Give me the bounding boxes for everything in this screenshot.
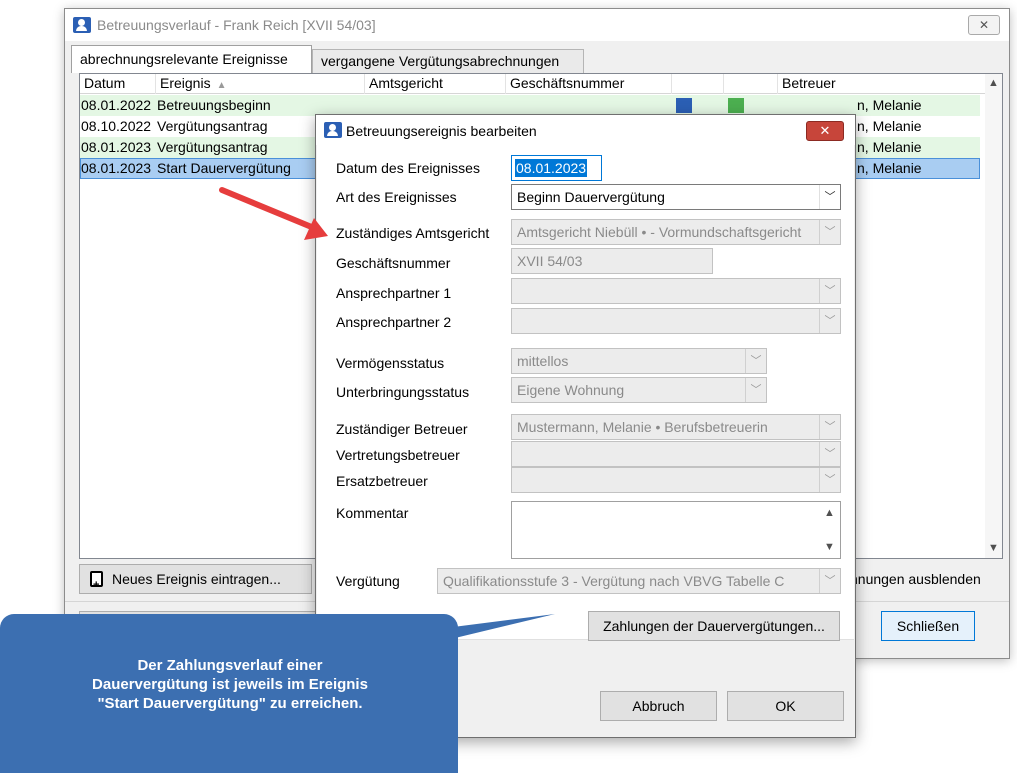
table-row[interactable]: 08.01.2022 Betreuungsbeginn n, Melanie [80, 95, 980, 116]
scroll-up-icon[interactable]: ▲ [821, 505, 838, 522]
vermoegensstatus-value: mittellos [517, 353, 569, 369]
ersatzbetreuer-select[interactable]: ﹀ [511, 467, 841, 493]
row-check-icon [728, 98, 744, 113]
chevron-down-icon[interactable]: ﹀ [819, 442, 840, 466]
tab-abrechnungsrelevante-ereignisse[interactable]: abrechnungsrelevante Ereignisse [71, 45, 312, 73]
column-header-icon1[interactable] [672, 74, 724, 94]
main-titlebar: Betreuungsverlauf - Frank Reich [XVII 54… [65, 9, 1009, 41]
cell-datum: 08.10.2022 [81, 118, 152, 134]
ok-button[interactable]: OK [727, 691, 844, 721]
chevron-down-icon[interactable]: ﹀ [745, 349, 766, 373]
chevron-down-icon[interactable]: ﹀ [819, 309, 840, 333]
vermoegensstatus-label: Vermögensstatus [336, 355, 445, 371]
chevron-down-icon[interactable]: ﹀ [819, 220, 840, 244]
hide-settlements-label[interactable]: hnungen ausblenden [850, 571, 981, 587]
datum-label: Datum des Ereignisses [336, 160, 480, 176]
ansprechpartner1-label: Ansprechpartner 1 [336, 285, 452, 301]
callout-line: "Start Dauervergütung" zu erreichen. [97, 695, 363, 712]
unterbringungsstatus-value: Eigene Wohnung [517, 382, 625, 398]
cell-betreuer: n, Melanie [857, 139, 922, 155]
cell-datum: 08.01.2022 [81, 97, 152, 113]
unterbringungsstatus-label: Unterbringungsstatus [336, 384, 470, 400]
unterbringungsstatus-select[interactable]: Eigene Wohnung ﹀ [511, 377, 767, 403]
geschaeftsnummer-field[interactable]: XVII 54/03 [511, 248, 713, 274]
column-header-betreuer[interactable]: Betreuer [778, 74, 985, 94]
amtsgericht-label: Zuständiges Amtsgericht [336, 225, 490, 241]
tab-vergangene-verguetungsabrechnungen[interactable]: vergangene Vergütungsabrechnungen [312, 49, 584, 73]
scroll-down-icon[interactable]: ▼ [985, 540, 1002, 557]
amtsgericht-select[interactable]: Amtsgericht Niebüll • - Vormundschaftsge… [511, 219, 841, 245]
geschaeftsnummer-label: Geschäftsnummer [336, 255, 451, 271]
info-callout: Der Zahlungsverlauf einer Dauervergütung… [0, 614, 458, 773]
column-header-amtsgericht[interactable]: Amtsgericht [365, 74, 506, 94]
ansprechpartner2-label: Ansprechpartner 2 [336, 314, 452, 330]
cell-datum: 08.01.2023 [81, 160, 152, 176]
vertical-scrollbar[interactable]: ▲ ▼ [985, 74, 1002, 558]
ersatzbetreuer-label: Ersatzbetreuer [336, 473, 428, 489]
kommentar-scrollbar[interactable]: ▲ ▼ [821, 503, 839, 557]
kommentar-textarea[interactable]: ▲ ▼ [511, 501, 841, 559]
chevron-down-icon[interactable]: ﹀ [745, 378, 766, 402]
cell-betreuer: n, Melanie [857, 160, 922, 176]
datum-field[interactable]: 08.01.2023 [511, 155, 602, 181]
kommentar-label: Kommentar [336, 505, 409, 521]
dialog-titlebar: Betreuungsereignis bearbeiten ✕ [316, 115, 855, 145]
new-document-icon [90, 571, 103, 599]
window-title: Betreuungsverlauf - Frank Reich [XVII 54… [97, 17, 376, 33]
betreuer-label: Zuständiger Betreuer [336, 421, 468, 437]
verguetung-value: Qualifikationsstufe 3 - Vergütung nach V… [443, 573, 785, 589]
annotation-arrow-icon [219, 187, 328, 240]
scroll-up-icon[interactable]: ▲ [985, 75, 1002, 92]
app-icon [73, 17, 91, 33]
callout-text: Der Zahlungsverlauf einer Dauervergütung… [40, 656, 420, 713]
dialog-close-icon[interactable]: ✕ [806, 121, 844, 141]
vertretungsbetreuer-label: Vertretungsbetreuer [336, 447, 460, 463]
cell-betreuer: n, Melanie [857, 97, 922, 113]
dialog-app-icon [324, 122, 342, 138]
betreuer-select[interactable]: Mustermann, Melanie • Berufsbetreuerin ﹀ [511, 414, 841, 440]
ansprechpartner2-select[interactable]: ﹀ [511, 308, 841, 334]
scroll-down-icon[interactable]: ▼ [821, 539, 838, 556]
grid-header: Datum Ereignis ▲ Amtsgericht Geschäftsnum… [80, 74, 1002, 94]
new-event-button[interactable]: Neues Ereignis eintragen... [79, 564, 312, 599]
new-event-label: Neues Ereignis eintragen... [112, 571, 281, 587]
cell-betreuer: n, Melanie [857, 118, 922, 134]
art-select[interactable]: Beginn Dauervergütung ﹀ [511, 184, 841, 210]
chevron-down-icon[interactable]: ﹀ [819, 468, 840, 492]
art-label: Art des Ereignisses [336, 189, 457, 205]
betreuer-value: Mustermann, Melanie • Berufsbetreuerin [517, 419, 768, 435]
cell-ereignis: Betreuungsbeginn [157, 97, 271, 113]
geschaeftsnummer-value: XVII 54/03 [517, 253, 583, 269]
column-header-geschaeftsnummer[interactable]: Geschäftsnummer [506, 74, 672, 94]
callout-line: Der Zahlungsverlauf einer [137, 657, 323, 674]
chevron-down-icon[interactable]: ﹀ [819, 415, 840, 439]
cell-ereignis: Start Dauervergütung [157, 160, 291, 176]
zahlungen-dauerverguetungen-button[interactable]: Zahlungen der Dauervergütungen... [588, 611, 840, 641]
vertretungsbetreuer-select[interactable]: ﹀ [511, 441, 841, 467]
sort-ascending-icon: ▲ [216, 80, 227, 91]
row-status-icon [676, 98, 692, 113]
callout-line: Dauervergütung ist jeweils im Ereignis [92, 676, 368, 693]
chevron-down-icon[interactable]: ﹀ [819, 279, 840, 303]
close-icon[interactable]: ✕ [968, 15, 1000, 35]
vermoegensstatus-select[interactable]: mittellos ﹀ [511, 348, 767, 374]
amtsgericht-value: Amtsgericht Niebüll • - Vormundschaftsge… [517, 224, 802, 240]
verguetung-label: Vergütung [336, 573, 400, 589]
ansprechpartner1-select[interactable]: ﹀ [511, 278, 841, 304]
column-header-datum[interactable]: Datum [80, 74, 156, 94]
cancel-button[interactable]: Abbruch [600, 691, 717, 721]
verguetung-select[interactable]: Qualifikationsstufe 3 - Vergütung nach V… [437, 568, 841, 594]
column-header-icon2[interactable] [724, 74, 778, 94]
column-header-ereignis[interactable]: Ereignis ▲ [156, 74, 365, 94]
cell-ereignis: Vergütungsantrag [157, 118, 268, 134]
art-value: Beginn Dauervergütung [517, 189, 665, 205]
datum-value: 08.01.2023 [515, 159, 588, 177]
cell-ereignis: Vergütungsantrag [157, 139, 268, 155]
close-button[interactable]: Schließen [881, 611, 975, 641]
dialog-title: Betreuungsereignis bearbeiten [346, 123, 537, 139]
chevron-down-icon[interactable]: ﹀ [819, 185, 840, 209]
cell-datum: 08.01.2023 [81, 139, 152, 155]
chevron-down-icon[interactable]: ﹀ [819, 569, 840, 593]
